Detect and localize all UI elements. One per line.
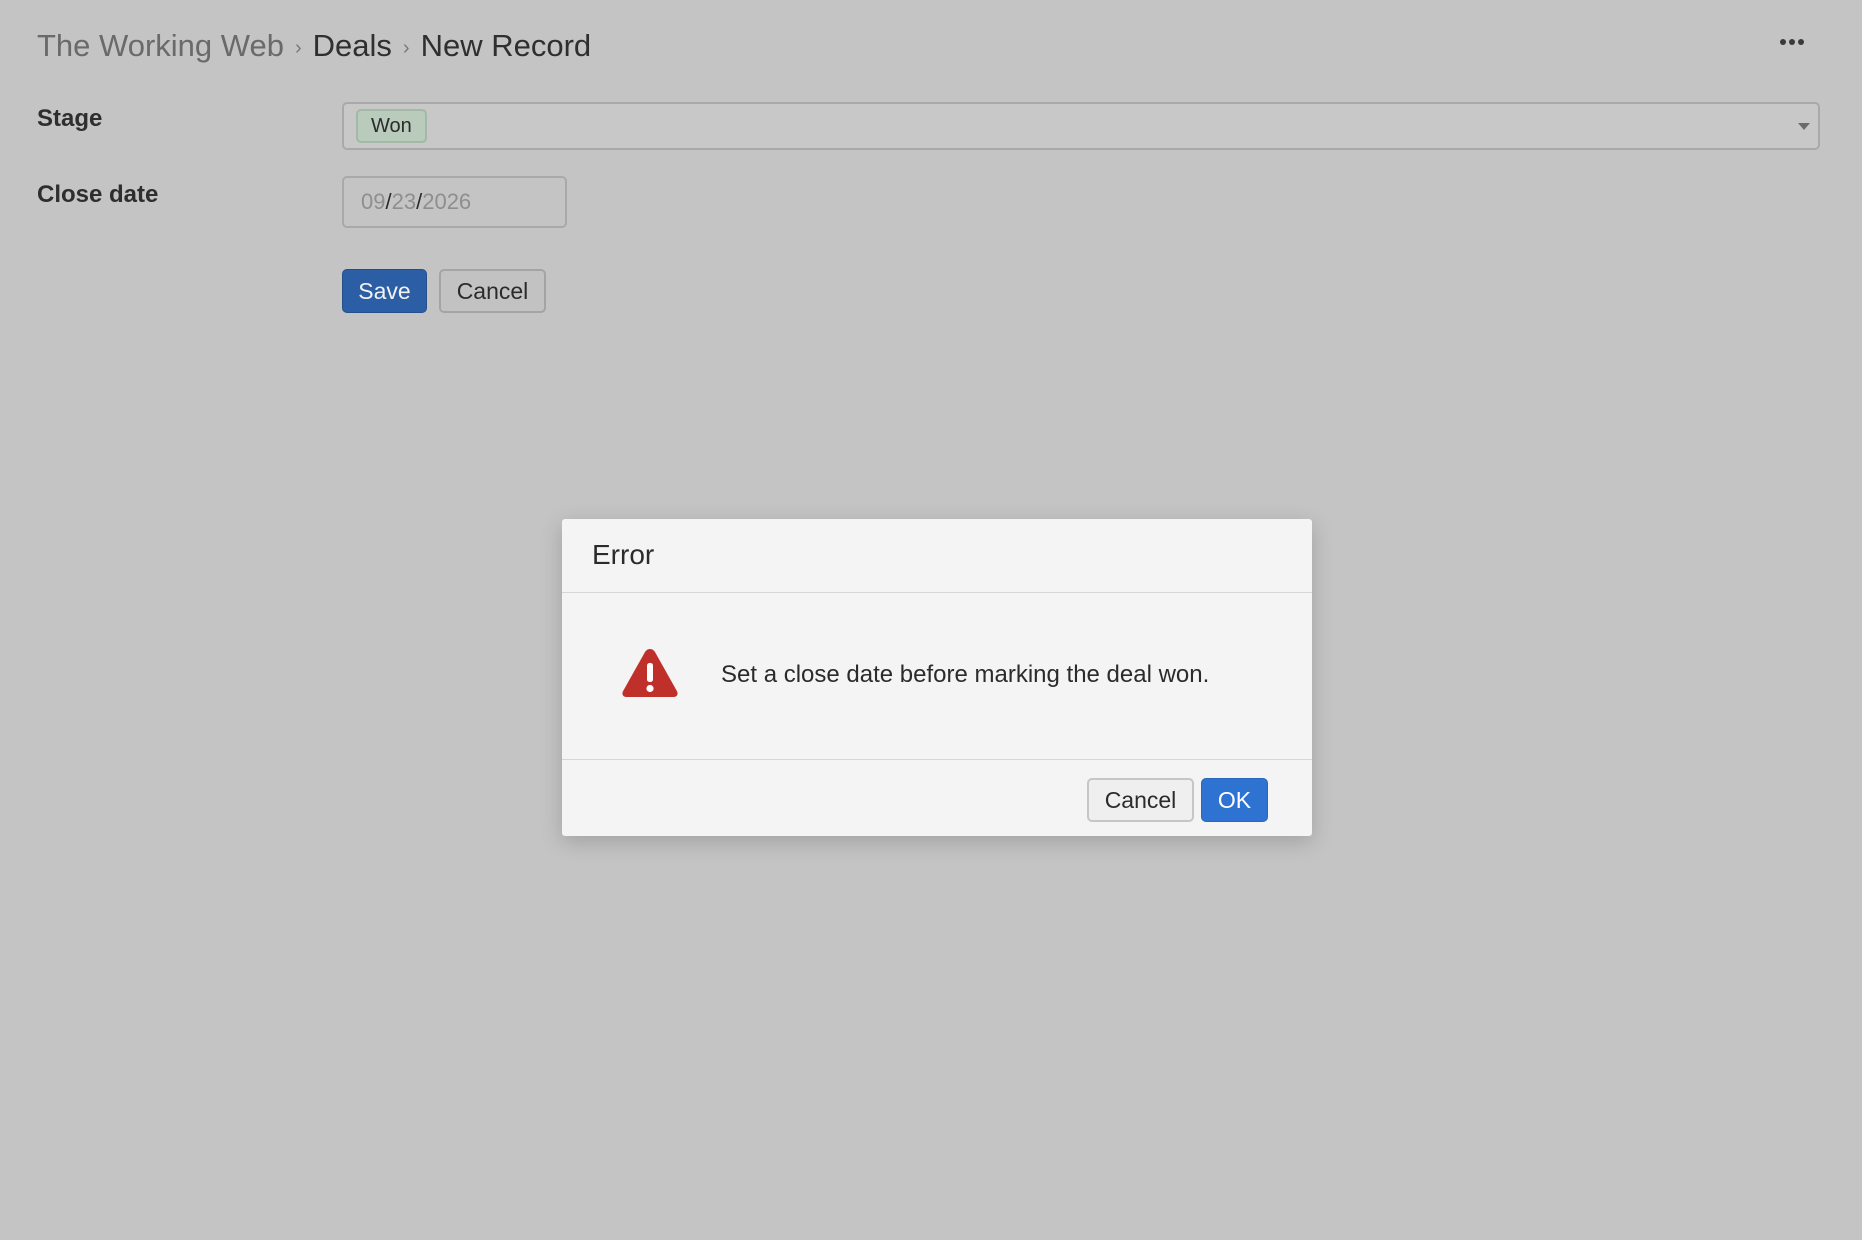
more-horizontal-icon-dot (1789, 39, 1795, 45)
dialog-body: Set a close date before marking the deal… (562, 593, 1312, 760)
dialog-title: Error (592, 539, 655, 570)
stage-select[interactable]: Won (342, 102, 1820, 150)
caret-down-icon[interactable] (1798, 123, 1810, 130)
error-dialog: Error Set a close date before marking th… (562, 519, 1312, 836)
close-date-year[interactable]: 2026 (422, 189, 471, 214)
dialog-header: Error (562, 519, 1312, 593)
breadcrumb: The Working Web › Deals › New Record (37, 26, 591, 66)
dialog-cancel-button[interactable]: Cancel (1087, 778, 1194, 822)
breadcrumb-root-link[interactable]: The Working Web (37, 28, 284, 64)
warning-triangle-icon (622, 649, 678, 697)
stage-label: Stage (37, 105, 103, 132)
breadcrumb-deals-link[interactable]: Deals (313, 28, 392, 64)
more-horizontal-icon (1780, 39, 1786, 45)
save-button[interactable]: Save (342, 269, 427, 313)
stage-selected-tag[interactable]: Won (356, 109, 427, 143)
breadcrumb-separator: › (294, 36, 302, 59)
cancel-button[interactable]: Cancel (439, 269, 546, 313)
close-date-month[interactable]: 09 (361, 189, 385, 214)
breadcrumb-separator: › (402, 36, 410, 59)
dialog-message: Set a close date before marking the deal… (721, 661, 1210, 688)
dialog-ok-button[interactable]: OK (1201, 778, 1268, 822)
more-options-button[interactable] (1776, 28, 1808, 56)
close-date-label: Close date (37, 181, 159, 208)
close-date-day[interactable]: 23 (392, 189, 416, 214)
more-horizontal-icon-dot (1798, 39, 1804, 45)
breadcrumb-current-page: New Record (420, 28, 592, 63)
close-date-input[interactable]: 09/23/2026 (342, 176, 567, 228)
